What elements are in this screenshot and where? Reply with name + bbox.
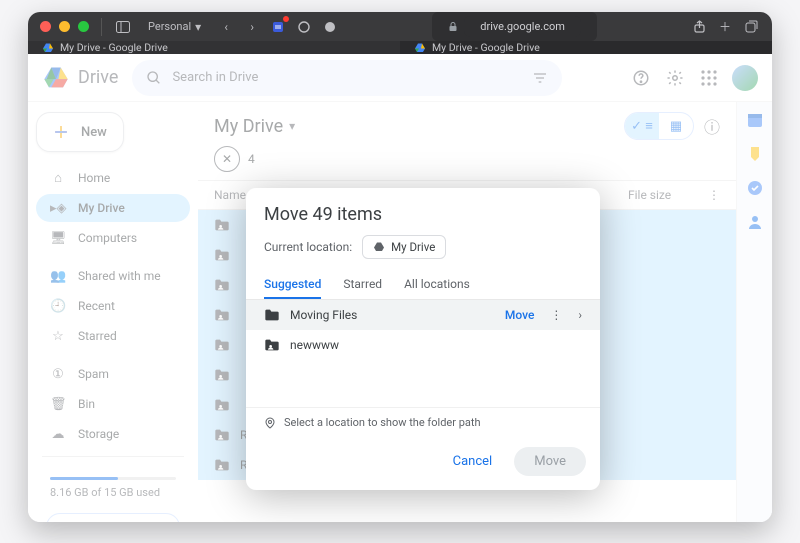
move-here-link[interactable]: Move: [505, 308, 535, 322]
extension-icon[interactable]: [269, 18, 287, 36]
current-location-row: Current location: My Drive: [246, 229, 600, 271]
dialog-title: Move 49 items: [246, 188, 600, 229]
folder-list: Moving Files Move ⋮ › newwww: [246, 300, 600, 407]
minimize-window-icon[interactable]: [59, 21, 70, 32]
browser-window: Personal ▾ ‹ › drive.google.com ＋: [28, 12, 772, 522]
nav-back-icon[interactable]: ‹: [217, 18, 235, 36]
tab-title: My Drive - Google Drive: [432, 41, 540, 54]
separator: [101, 18, 102, 36]
browser-tab[interactable]: My Drive - Google Drive: [400, 41, 772, 54]
dialog-actions: Cancel Move: [246, 437, 600, 490]
cancel-button[interactable]: Cancel: [439, 447, 507, 476]
browser-tab[interactable]: My Drive - Google Drive: [28, 41, 400, 54]
nav-forward-icon[interactable]: ›: [243, 18, 261, 36]
extension-icon-2[interactable]: [295, 18, 313, 36]
move-dialog: Move 49 items Current location: My Drive…: [246, 188, 600, 490]
tab-strip: My Drive - Google Drive My Drive - Googl…: [28, 41, 772, 54]
folder-name: newwww: [290, 338, 582, 352]
folder-row[interactable]: newwww: [246, 330, 600, 360]
more-icon[interactable]: ⋮: [544, 308, 568, 322]
share-icon[interactable]: [690, 18, 708, 36]
drive-app: Drive Search in Drive: [28, 54, 772, 522]
shared-folder-icon: [264, 338, 280, 352]
drive-favicon: [414, 42, 426, 54]
url-text: drive.google.com: [464, 16, 581, 37]
lock-icon: [448, 22, 458, 32]
current-location-label: Current location:: [264, 240, 352, 254]
profile-label: Personal: [148, 20, 191, 33]
path-hint: Select a location to show the folder pat…: [246, 407, 600, 437]
folder-name: Moving Files: [290, 308, 495, 322]
new-tab-icon[interactable]: ＋: [716, 18, 734, 36]
drive-favicon: [42, 42, 54, 54]
profile-menu[interactable]: Personal ▾: [140, 18, 209, 36]
tab-title: My Drive - Google Drive: [60, 41, 168, 54]
extension-icon-3[interactable]: [321, 18, 339, 36]
dialog-tabs: Suggested Starred All locations: [246, 271, 600, 300]
folder-row[interactable]: Moving Files Move ⋮ ›: [246, 300, 600, 330]
current-location-chip[interactable]: My Drive: [362, 235, 446, 259]
drive-icon: [373, 241, 385, 253]
chevron-down-icon: ▾: [195, 20, 201, 34]
sidebar-toggle-icon[interactable]: [114, 18, 132, 36]
move-button[interactable]: Move: [514, 447, 586, 476]
tab-all-locations[interactable]: All locations: [404, 271, 470, 299]
folder-icon: [264, 308, 280, 322]
close-window-icon[interactable]: [40, 21, 51, 32]
titlebar: Personal ▾ ‹ › drive.google.com ＋: [28, 12, 772, 41]
location-icon: [264, 417, 276, 429]
chevron-right-icon[interactable]: ›: [578, 308, 582, 322]
tab-suggested[interactable]: Suggested: [264, 271, 321, 299]
tabs-overview-icon[interactable]: [742, 18, 760, 36]
tab-starred[interactable]: Starred: [343, 271, 382, 299]
address-bar[interactable]: drive.google.com: [347, 12, 682, 41]
zoom-window-icon[interactable]: [78, 21, 89, 32]
